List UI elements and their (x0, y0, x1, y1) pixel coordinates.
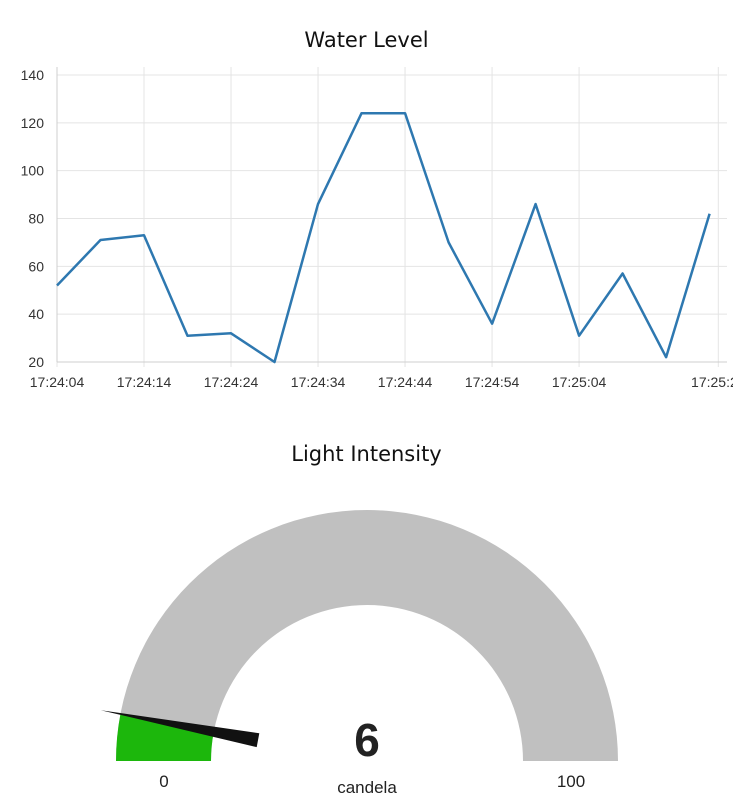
x-tick-label: 17:24:14 (117, 374, 172, 390)
y-tick-label: 120 (21, 115, 45, 131)
x-tick-label: 17:25:20 (691, 374, 733, 390)
water-level-chart: 20 40 60 80 100 120 140 17:24:04 17:24:14 17:24:2… (21, 67, 733, 390)
x-tick-label: 17:24:24 (204, 374, 259, 390)
gauge-value: 6 (354, 714, 380, 766)
x-tick-label: 17:25:04 (552, 374, 607, 390)
y-tick-label: 40 (28, 306, 44, 322)
x-tick-label: 17:24:54 (465, 374, 520, 390)
y-tick-label: 20 (28, 354, 44, 370)
y-tick-label: 100 (21, 163, 45, 179)
gauge-min-label: 0 (159, 772, 168, 791)
y-tick-label: 140 (21, 67, 45, 83)
light-intensity-gauge: 6 candela 0 100 (100, 510, 618, 797)
gauge-units: candela (337, 778, 397, 797)
x-tick-label: 17:24:34 (291, 374, 346, 390)
y-tick-label: 60 (28, 258, 44, 274)
x-tick-label: 17:24:04 (30, 374, 85, 390)
x-tick-label: 17:24:44 (378, 374, 433, 390)
y-tick-label: 80 (28, 211, 44, 227)
water-level-chart-widget: Water Level 20 40 60 80 100 120 140 17:24:04 17:… (0, 0, 733, 400)
series-line (56, 112, 711, 364)
gauge-max-label: 100 (557, 772, 585, 791)
light-intensity-gauge-widget: Light Intensity 6 candela 0 100 (0, 420, 733, 806)
